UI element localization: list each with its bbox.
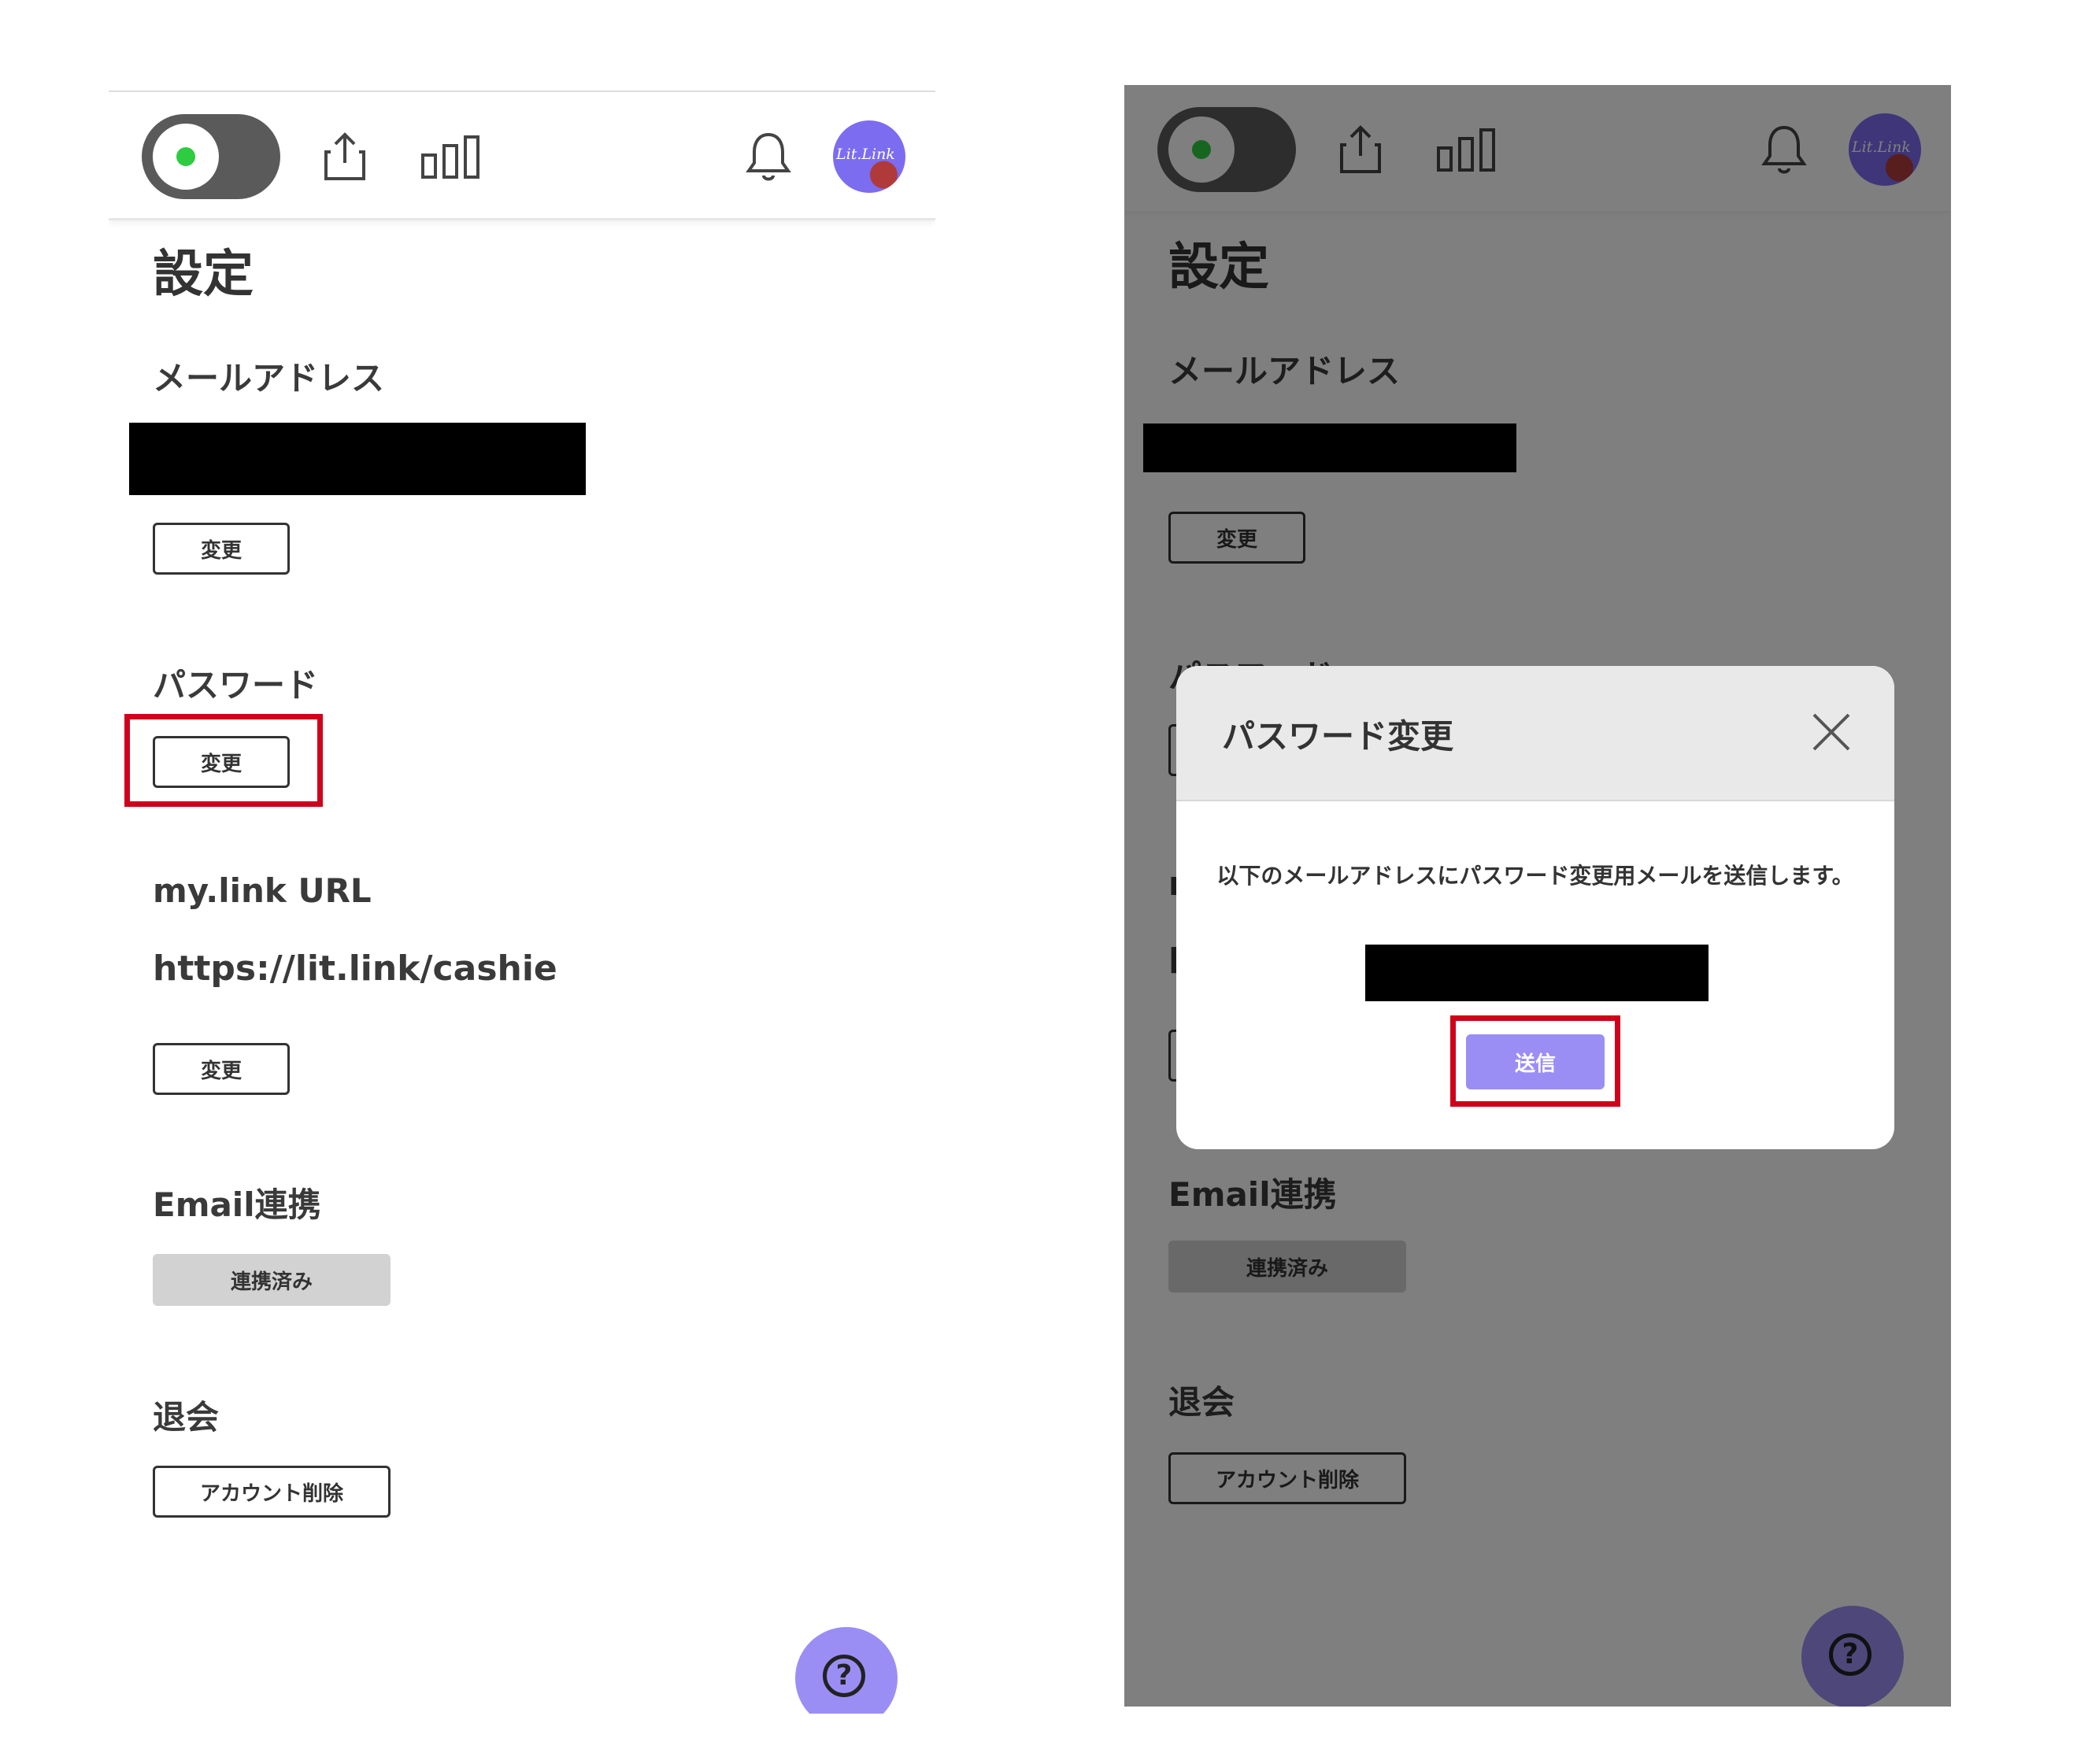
page-title: 設定 <box>153 246 254 304</box>
help-icon: ? <box>823 1655 865 1697</box>
modal-message: 以下のメールアドレスにパスワード変更用メールを送信します。 <box>1216 863 1854 889</box>
email-link-section-title: Email連携 <box>153 1185 321 1224</box>
close-icon[interactable] <box>1811 712 1852 753</box>
avatar[interactable]: Lit.Link <box>833 120 905 193</box>
linked-button: 連携済み <box>153 1254 391 1306</box>
publish-toggle[interactable] <box>142 114 280 199</box>
change-email-button[interactable]: 変更 <box>153 523 290 575</box>
share-icon[interactable] <box>323 131 367 182</box>
mylink-section-title: my.link URL <box>153 871 372 910</box>
settings-screen-right: Lit.Link 設定 メールアドレス 変更 パスワード 変更 my.link … <box>1124 85 1951 1707</box>
help-button[interactable]: ? <box>795 1627 898 1714</box>
email-section-title: メールアドレス <box>153 359 385 398</box>
stats-icon[interactable] <box>420 135 480 179</box>
change-url-button[interactable]: 変更 <box>153 1043 290 1095</box>
bell-icon[interactable] <box>745 130 792 183</box>
mylink-url: https://lit.link/cashie <box>153 949 557 989</box>
withdraw-section-title: 退会 <box>153 1398 220 1437</box>
send-button[interactable]: 送信 <box>1466 1034 1605 1089</box>
avatar-logo-text: Lit.Link <box>836 146 895 163</box>
modal-header: パスワード変更 <box>1176 666 1894 801</box>
password-change-modal: パスワード変更 以下のメールアドレスにパスワード変更用メールを送信します。 送信 <box>1176 666 1894 1149</box>
settings-screen-left: Lit.Link 設定 メールアドレス 変更 パスワード 変更 my.link … <box>109 91 935 1714</box>
modal-title: パスワード変更 <box>1222 717 1454 756</box>
toggle-knob <box>153 124 219 190</box>
top-header: Lit.Link <box>109 92 935 220</box>
change-password-button[interactable]: 変更 <box>153 736 290 788</box>
status-dot-icon <box>176 147 195 166</box>
redacted-email <box>129 423 586 495</box>
password-section-title: パスワード <box>153 666 319 704</box>
delete-account-button[interactable]: アカウント削除 <box>153 1466 391 1518</box>
redacted-email <box>1365 945 1709 1001</box>
